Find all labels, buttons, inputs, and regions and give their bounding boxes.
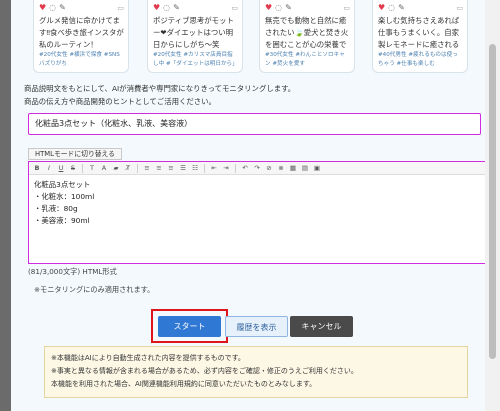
text-color-icon[interactable]: A — [99, 163, 109, 173]
bullet-list-icon[interactable]: ☰ — [178, 163, 188, 173]
scrollbar-thumb[interactable] — [489, 44, 496, 359]
undo-icon[interactable]: ↶ — [240, 163, 250, 173]
highlight-icon[interactable]: ▰ — [111, 163, 121, 173]
italic-icon[interactable]: I — [44, 163, 54, 173]
scrollbar[interactable] — [485, 0, 500, 411]
heart-icon[interactable]: ♥ — [153, 3, 160, 12]
persona-card[interactable]: ♥ ◌ ✎ ▭ 無売でも動物と自然に癒されたい🍃愛犬と焚き火を囲むことが心の栄養… — [259, 0, 355, 73]
link-icon[interactable]: ⊘ — [264, 163, 274, 173]
source-icon[interactable]: ▤ — [300, 163, 310, 173]
numbered-list-icon[interactable]: ☷ — [190, 163, 200, 173]
comment-icon[interactable]: ◌ — [275, 3, 282, 12]
persona-card[interactable]: ♥ ◌ ✎ ▭ ポジティブ思考がモットー❤ダイエットはつい明日からにしがち〜笑 … — [147, 0, 243, 73]
indent-icon[interactable]: ⇥ — [221, 163, 231, 173]
edit-icon[interactable]: ✎ — [173, 3, 180, 12]
ai-disclaimer-notice: ※本機能はAIにより自動生成された内容を提供するものです。 ※事実と異なる情報が… — [44, 346, 468, 398]
character-count: (81/3,000文字) HTML形式 — [28, 267, 117, 276]
heart-icon[interactable]: ♥ — [265, 3, 272, 12]
align-left-icon[interactable]: ≡ — [142, 163, 152, 173]
heart-icon[interactable]: ♥ — [378, 3, 385, 12]
editor-content[interactable]: 化粧品3点セット ・化粧水：100ml ・乳液：80g ・美容液：90ml — [29, 175, 485, 231]
product-name-input[interactable]: 化粧品3点セット（化粧水、乳液、美容液） — [28, 113, 481, 135]
clear-format-icon[interactable]: T̸ — [123, 163, 133, 173]
monitoring-modal: ♥ ◌ ✎ ▭ グルメ発信に命かけてます‼食べ歩き旅インスタが私のルーティン！ … — [11, 0, 485, 411]
bookmark-icon[interactable]: ▭ — [343, 4, 350, 12]
editor-toolbar: B I U S T A ▰ T̸ ≡ ≡ ≡ ☰ ☷ ⇤ ⇥ ↶ ↷ ⊘ ⊗ ▦… — [29, 162, 485, 175]
html-mode-toggle-button[interactable]: HTMLモードに切り替える — [28, 148, 122, 160]
bookmark-icon[interactable]: ▭ — [117, 4, 124, 12]
preview-icon[interactable]: ▣ — [312, 163, 322, 173]
strikethrough-icon[interactable]: S — [68, 163, 78, 173]
comment-icon[interactable]: ◌ — [49, 3, 56, 12]
cancel-button[interactable]: キャンセル — [290, 316, 353, 337]
persona-card[interactable]: ♥ ◌ ✎ ▭ 楽しむ気持ちさえあれば仕事もうまくいく。自家製レモネードに癒され… — [372, 0, 468, 73]
persona-tags: #40代男性 #疲れるものは使っちゃう #仕事も楽しむ — [378, 52, 458, 67]
comment-icon[interactable]: ◌ — [388, 3, 395, 12]
persona-tags: #20代女性 #横浜で探食 #SNSバズりがち — [39, 52, 120, 67]
persona-description: グルメ発信に命かけてます‼食べ歩き旅インスタが私のルーティン！ — [39, 16, 124, 49]
bookmark-icon[interactable]: ▭ — [456, 4, 463, 12]
edit-icon[interactable]: ✎ — [398, 3, 405, 12]
comment-icon[interactable]: ◌ — [163, 3, 170, 12]
underline-icon[interactable]: U — [56, 163, 66, 173]
persona-card-list: ♥ ◌ ✎ ▭ グルメ発信に命かけてます‼食べ歩き旅インスタが私のルーティン！ … — [33, 0, 473, 76]
align-center-icon[interactable]: ≡ — [154, 163, 164, 173]
persona-description: 無売でも動物と自然に癒されたい🍃愛犬と焚き火を囲むことが心の栄養です。 — [265, 16, 349, 49]
font-size-icon[interactable]: T — [87, 163, 97, 173]
intro-text: 商品説明文をもとにして、AIが消費者や専門家になりきってモニタリングします。 商… — [24, 84, 296, 106]
bookmark-icon[interactable]: ▭ — [231, 4, 238, 12]
persona-description: 楽しむ気持ちさえあれば仕事もうまくいく。自家製レモネードに癒される40代おじさん… — [378, 16, 460, 49]
start-button[interactable]: スタート — [158, 316, 221, 337]
page-backdrop — [0, 0, 11, 411]
description-editor[interactable]: B I U S T A ▰ T̸ ≡ ≡ ≡ ☰ ☷ ⇤ ⇥ ↶ ↷ ⊘ ⊗ ▦… — [28, 161, 485, 264]
monitoring-note: ※モニタリングにのみ適用されます。 — [34, 285, 155, 294]
outdent-icon[interactable]: ⇤ — [209, 163, 219, 173]
persona-card[interactable]: ♥ ◌ ✎ ▭ グルメ発信に命かけてます‼食べ歩き旅インスタが私のルーティン！ … — [33, 0, 129, 73]
persona-tags: #30代女性 #わんことソロキャン #焚火を愛す — [265, 52, 345, 67]
edit-icon[interactable]: ✎ — [285, 3, 292, 12]
table-icon[interactable]: ▦ — [288, 163, 298, 173]
persona-description: ポジティブ思考がモットー❤ダイエットはつい明日からにしがち〜笑 — [153, 16, 234, 49]
persona-tags: #20代女性 #カリスマ店員目指し中 #「ダイエットは明日から」は口癖 — [153, 52, 238, 67]
unlink-icon[interactable]: ⊗ — [276, 163, 286, 173]
align-right-icon[interactable]: ≡ — [166, 163, 176, 173]
bold-icon[interactable]: B — [32, 163, 42, 173]
show-history-button[interactable]: 履歴を表示 — [225, 316, 288, 337]
redo-icon[interactable]: ↷ — [252, 163, 262, 173]
heart-icon[interactable]: ♥ — [39, 3, 46, 12]
edit-icon[interactable]: ✎ — [59, 3, 66, 12]
